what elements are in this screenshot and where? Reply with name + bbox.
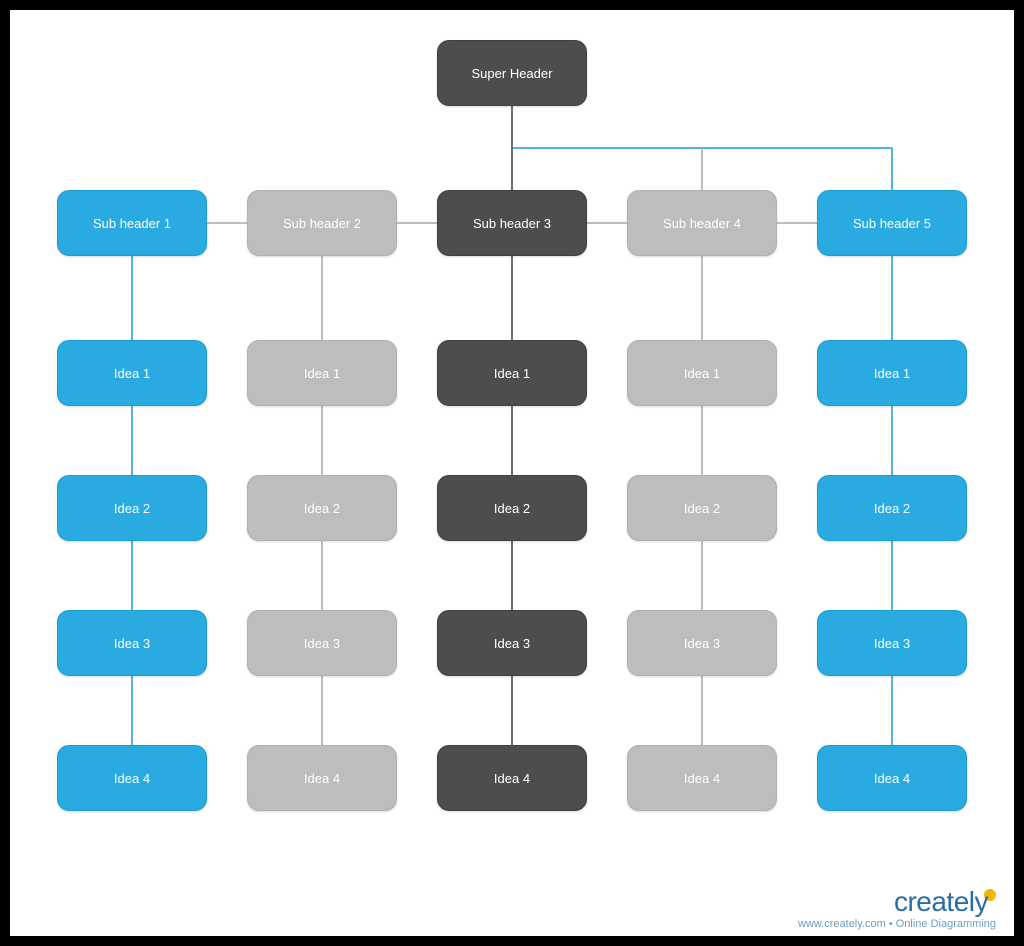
- col5-idea1: Idea 1: [817, 340, 967, 406]
- sub-header-3: Sub header 3: [437, 190, 587, 256]
- col4-idea2: Idea 2: [627, 475, 777, 541]
- col2-idea1: Idea 1: [247, 340, 397, 406]
- col3-idea4: Idea 4: [437, 745, 587, 811]
- sub-header-5: Sub header 5: [817, 190, 967, 256]
- col1-idea4: Idea 4: [57, 745, 207, 811]
- col1-idea3: Idea 3: [57, 610, 207, 676]
- brand-name: creately: [894, 886, 988, 918]
- col5-idea4: Idea 4: [817, 745, 967, 811]
- col3-idea1: Idea 1: [437, 340, 587, 406]
- brand-tagline: www.creately.com • Online Diagramming: [798, 918, 996, 930]
- super-header: Super Header: [437, 40, 587, 106]
- org-chart-diagram: Super Header Sub header 1 Idea 1 Idea 2 Idea…: [10, 10, 1014, 936]
- col2-idea2: Idea 2: [247, 475, 397, 541]
- col2-idea4: Idea 4: [247, 745, 397, 811]
- creately-logo: creately www.creately.com • Online Diagr…: [798, 886, 996, 930]
- col5-idea3: Idea 3: [817, 610, 967, 676]
- sub-header-1: Sub header 1: [57, 190, 207, 256]
- col1-idea1: Idea 1: [57, 340, 207, 406]
- col3-idea3: Idea 3: [437, 610, 587, 676]
- sub-header-2: Sub header 2: [247, 190, 397, 256]
- col1-idea2: Idea 2: [57, 475, 207, 541]
- col5-idea2: Idea 2: [817, 475, 967, 541]
- col4-idea3: Idea 3: [627, 610, 777, 676]
- col4-idea4: Idea 4: [627, 745, 777, 811]
- col4-idea1: Idea 1: [627, 340, 777, 406]
- col2-idea3: Idea 3: [247, 610, 397, 676]
- sub-header-4: Sub header 4: [627, 190, 777, 256]
- col3-idea2: Idea 2: [437, 475, 587, 541]
